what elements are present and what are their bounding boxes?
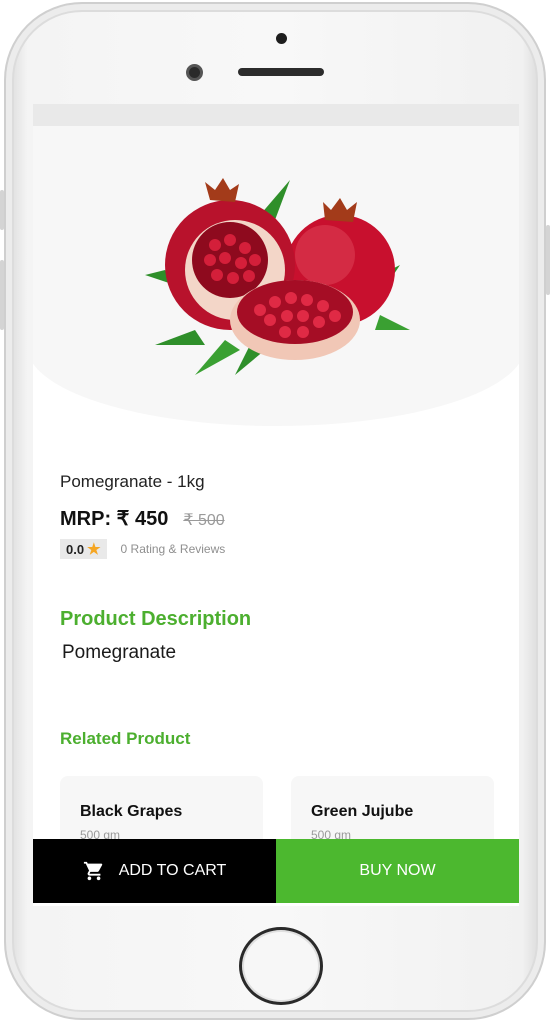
product-price: MRP: ₹ 450 xyxy=(60,508,169,530)
product-title: Pomegranate - 1kg xyxy=(60,472,205,491)
cart-icon xyxy=(83,861,102,881)
related-product-name: Green Jujube xyxy=(311,803,414,820)
star-icon: ★ xyxy=(87,541,101,558)
original-price: ₹ 500 xyxy=(183,512,225,529)
description-text: Pomegranate xyxy=(62,642,177,663)
front-camera xyxy=(186,64,203,81)
rating-count[interactable]: 0 Rating & Reviews xyxy=(121,542,226,556)
home-button[interactable] xyxy=(239,927,323,1005)
volume-up-button xyxy=(0,260,4,330)
add-to-cart-label: ADD TO CART xyxy=(118,862,227,879)
related-heading: Related Product xyxy=(60,729,191,748)
rating-badge[interactable]: 0.0 ★ xyxy=(60,539,107,559)
add-to-cart-button[interactable]: ADD TO CART xyxy=(33,839,276,903)
buy-now-button[interactable]: BUY NOW xyxy=(276,839,519,903)
mute-switch xyxy=(0,190,4,230)
status-bar xyxy=(33,104,519,126)
rating-value: 0.0 xyxy=(66,541,85,557)
rating-row: 0.0 ★ 0 Rating & Reviews xyxy=(60,539,225,559)
app-screen: Pomegranate - 1kg MRP: ₹ 450 ₹ 500 0.0 ★… xyxy=(33,104,519,906)
power-button xyxy=(546,225,550,295)
front-sensor xyxy=(276,33,287,44)
product-hero xyxy=(33,126,519,426)
bottom-action-bar: ADD TO CART BUY NOW xyxy=(33,839,519,903)
description-heading: Product Description xyxy=(60,608,252,630)
product-image xyxy=(145,178,410,375)
buy-now-label: BUY NOW xyxy=(359,862,436,879)
price-row: MRP: ₹ 450 ₹ 500 xyxy=(60,506,225,531)
earpiece-speaker xyxy=(238,68,324,76)
related-product-name: Black Grapes xyxy=(80,803,183,820)
